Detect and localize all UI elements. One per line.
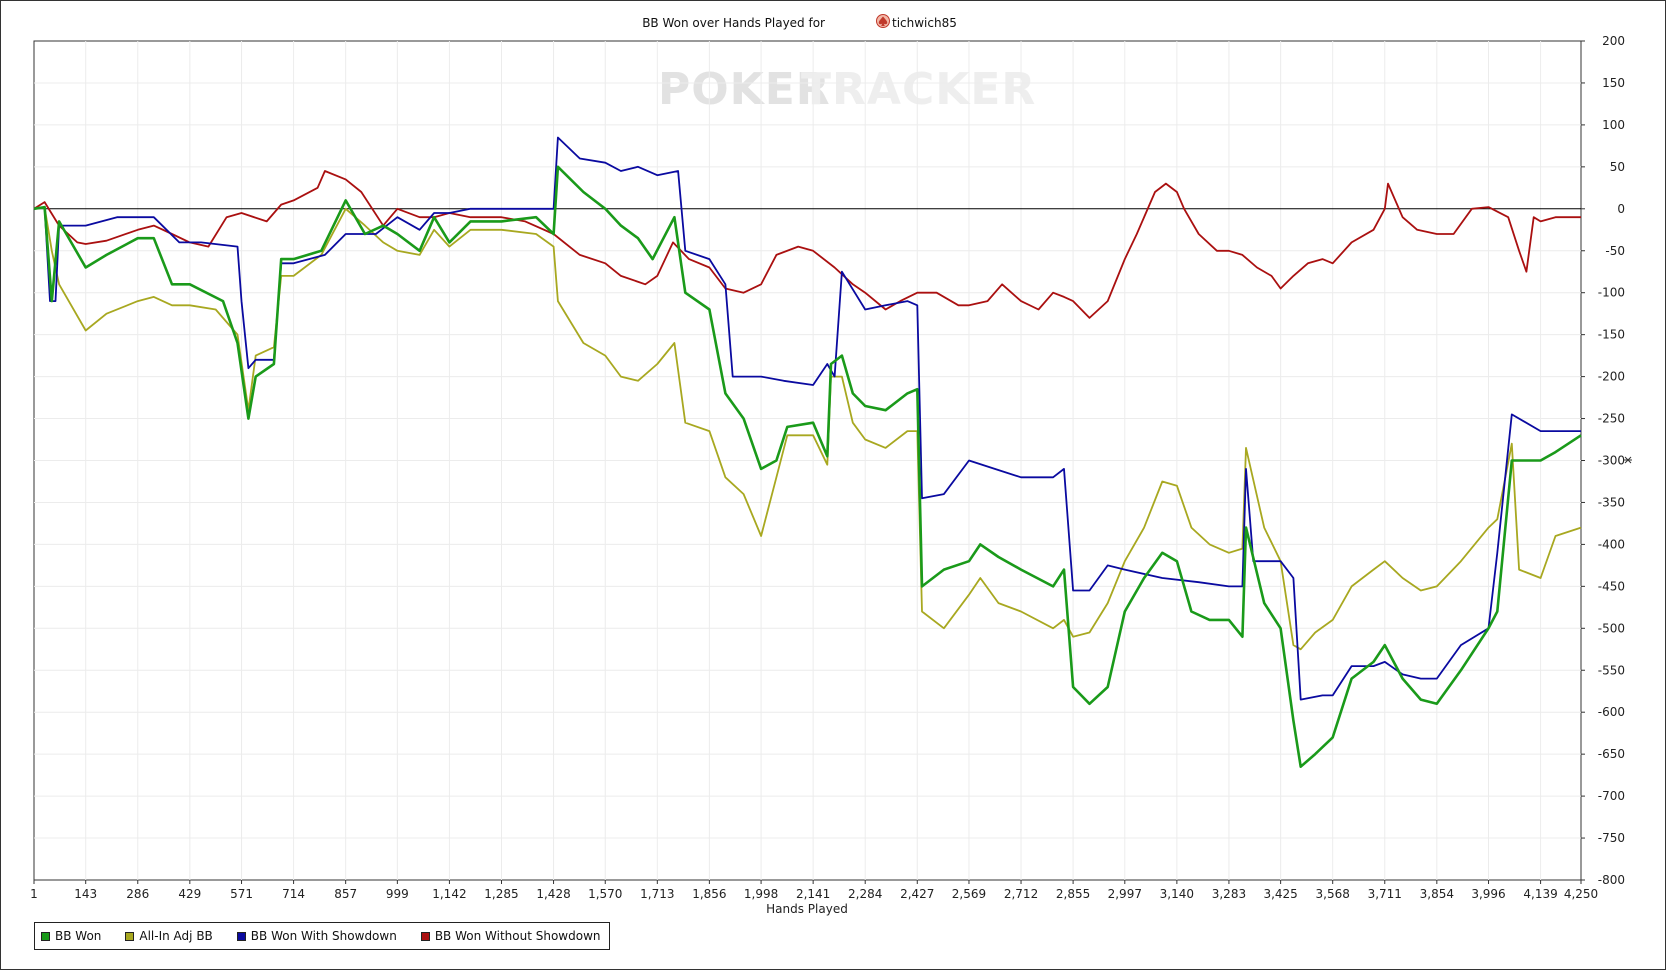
y-tick-label: -150: [1598, 328, 1625, 342]
y-tick-label: -350: [1598, 495, 1625, 509]
x-tick-label: 2,712: [1004, 887, 1038, 901]
chart-title: BB Won over Hands Played for tichwich85: [642, 14, 957, 30]
legend-item: All-In Adj BB: [125, 929, 213, 943]
chart-frame: BB Won over Hands Played for tichwich85 …: [0, 0, 1666, 970]
legend-label: BB Won: [55, 929, 102, 943]
y-tick-label: -300: [1598, 454, 1625, 468]
x-tick-label: 1: [30, 887, 38, 901]
legend-swatch: [41, 931, 50, 941]
x-tick-label: 1,856: [692, 887, 726, 901]
x-tick-label: 1,570: [588, 887, 622, 901]
legend-swatch: [125, 931, 135, 941]
chart-title-text: BB Won over Hands Played for: [642, 16, 825, 30]
y-tick-label: 0: [1617, 202, 1625, 216]
y-tick-label: -800: [1598, 873, 1625, 887]
x-tick-label: 857: [334, 887, 357, 901]
x-tick-label: 286: [126, 887, 149, 901]
x-tick-label: 2,427: [900, 887, 934, 901]
legend-item: BB Won With Showdown: [236, 929, 397, 943]
y-tick-label: -200: [1598, 370, 1625, 384]
x-tick-label: 1,142: [432, 887, 466, 901]
x-tick-label: 999: [386, 887, 409, 901]
x-axis-label: Hands Played: [766, 902, 848, 916]
x-tick-label: 3,568: [1316, 887, 1350, 901]
y-tick-label: 50: [1610, 160, 1625, 174]
x-tick-label: 1,285: [484, 887, 518, 901]
legend-item: BB Won Without Showdown: [420, 929, 601, 943]
chart-svg: BB Won over Hands Played for tichwich85 …: [0, 0, 1666, 970]
x-tick-label: 3,854: [1420, 887, 1454, 901]
chart-title-player: tichwich85: [892, 16, 957, 30]
y-tick-label: -450: [1598, 579, 1625, 593]
chart-legend: BB Won All-In Adj BB BB Won With Showdown B…: [34, 922, 610, 950]
poker-spade-icon: [876, 14, 890, 28]
x-tick-label: 3,425: [1263, 887, 1297, 901]
y-tick-label: -250: [1598, 412, 1625, 426]
x-tick-label: 2,284: [848, 887, 882, 901]
x-tick-label: 3,140: [1160, 887, 1194, 901]
y-tick-label: -600: [1598, 705, 1625, 719]
x-tick-label: 1,428: [536, 887, 570, 901]
y-tick-label: -100: [1598, 286, 1625, 300]
x-tick-label: 429: [178, 887, 201, 901]
x-tick-label: 1,713: [640, 887, 674, 901]
watermark-right: TRACKER: [801, 64, 1036, 115]
x-tick-label: 1,998: [744, 887, 778, 901]
pokertracker-watermark: POKER TRACKER: [658, 64, 1036, 115]
x-tick-label: 4,139: [1523, 887, 1557, 901]
legend-label: All-In Adj BB: [139, 929, 213, 943]
x-tick-label: 2,997: [1108, 887, 1142, 901]
legend-swatch: [420, 931, 430, 941]
y-tick-label: 100: [1602, 118, 1625, 132]
y-tick-label: -650: [1598, 747, 1625, 761]
legend-item: BB Won: [41, 929, 101, 943]
x-tick-label: 2,141: [796, 887, 830, 901]
legend-label: BB Won With Showdown: [250, 929, 397, 943]
x-tick-label: 3,996: [1471, 887, 1505, 901]
y-tick-label: -700: [1598, 789, 1625, 803]
legend-swatch: [236, 931, 246, 941]
y-tick-label: -550: [1598, 663, 1625, 677]
x-tick-label: 2,569: [952, 887, 986, 901]
x-tick-label: 571: [230, 887, 253, 901]
x-tick-label: 3,283: [1212, 887, 1246, 901]
x-tick-label: 4,250: [1564, 887, 1598, 901]
x-tick-label: 3,711: [1368, 887, 1402, 901]
y-tick-label: -50: [1605, 244, 1625, 258]
x-tick-label: 143: [74, 887, 97, 901]
y-tick-label: -750: [1598, 831, 1625, 845]
y-tick-label: 200: [1602, 34, 1625, 48]
y-tick-label: 150: [1602, 76, 1625, 90]
y-tick-label: -400: [1598, 537, 1625, 551]
x-tick-label: 2,855: [1056, 887, 1090, 901]
grid-lines: [34, 41, 1581, 880]
legend-label: BB Won Without Showdown: [434, 929, 601, 943]
x-tick-label: 714: [282, 887, 305, 901]
y-tick-label: -500: [1598, 621, 1625, 635]
